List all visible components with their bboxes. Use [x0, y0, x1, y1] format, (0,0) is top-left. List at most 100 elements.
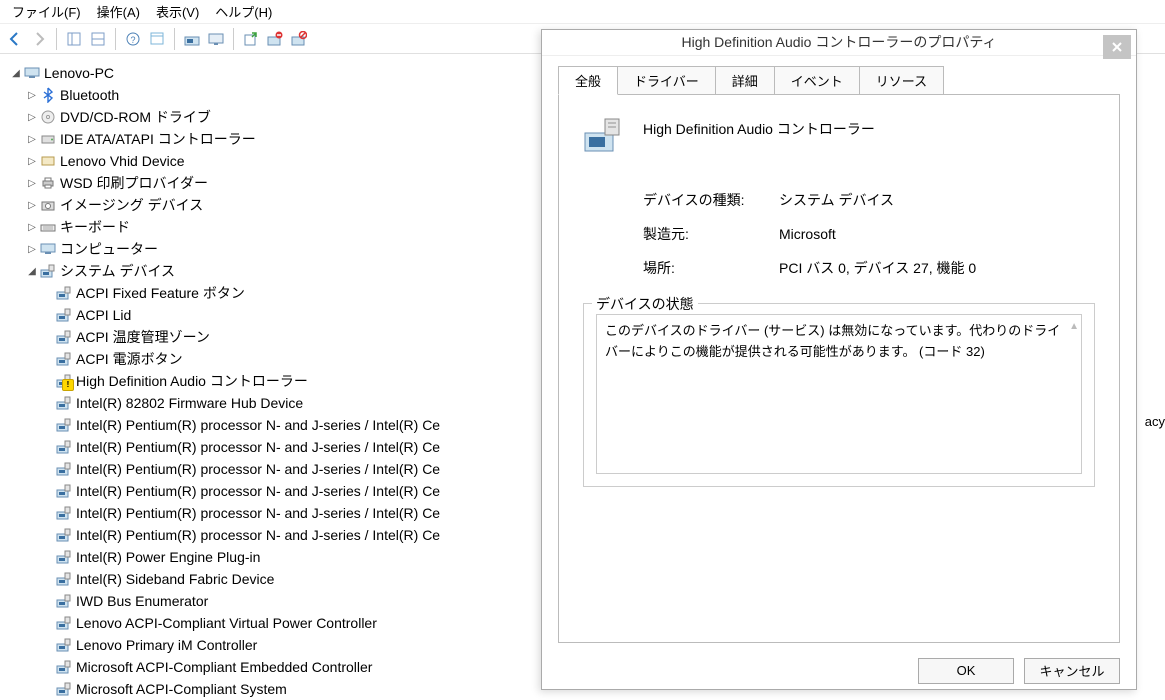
system-icon	[56, 351, 72, 367]
dev-label: Lenovo ACPI-Compliant Virtual Power Cont…	[76, 615, 377, 631]
toolbar-scan[interactable]	[181, 28, 203, 50]
system-icon	[56, 637, 72, 653]
collapse-icon[interactable]: ◢	[8, 65, 24, 81]
scroll-up-icon[interactable]: ▲	[1069, 319, 1079, 335]
tree-root-label: Lenovo-PC	[44, 65, 114, 81]
dev-label: High Definition Audio コントローラー	[76, 371, 308, 391]
expand-icon[interactable]: ▷	[24, 131, 40, 147]
system-icon	[56, 527, 72, 543]
ok-button[interactable]: OK	[918, 658, 1014, 684]
system-icon	[56, 329, 72, 345]
dialog-title: High Definition Audio コントローラーのプロパティ	[681, 32, 996, 52]
dev-label: Intel(R) Power Engine Plug-in	[76, 549, 260, 565]
system-icon	[56, 285, 72, 301]
toolbar-disable[interactable]	[288, 28, 310, 50]
dev-label: Microsoft ACPI-Compliant Embedded Contro…	[76, 659, 372, 675]
expand-icon[interactable]: ▷	[24, 153, 40, 169]
dev-label: Intel(R) Pentium(R) processor N- and J-s…	[76, 483, 440, 499]
tab-general[interactable]: 全般	[558, 66, 618, 95]
toolbar-help[interactable]: ?	[122, 28, 144, 50]
menu-help[interactable]: ヘルプ(H)	[209, 0, 278, 23]
system-warning-icon	[56, 373, 72, 389]
menu-file[interactable]: ファイル(F)	[6, 0, 87, 23]
menu-bar: ファイル(F) 操作(A) 表示(V) ヘルプ(H)	[0, 0, 1165, 24]
toolbar-separator	[174, 28, 175, 50]
device-header: High Definition Audio コントローラー	[583, 115, 1095, 155]
system-icon	[56, 549, 72, 565]
dev-label: ACPI Lid	[76, 307, 131, 323]
system-icon	[56, 659, 72, 675]
expand-icon[interactable]: ▷	[24, 109, 40, 125]
collapse-icon[interactable]: ◢	[24, 263, 40, 279]
bluetooth-icon	[40, 87, 56, 103]
cat-label: キーボード	[60, 217, 130, 237]
menu-action[interactable]: 操作(A)	[91, 0, 146, 23]
fieldset-legend: デバイスの状態	[592, 294, 698, 314]
dev-label: IWD Bus Enumerator	[76, 593, 208, 609]
toolbar-props[interactable]	[146, 28, 168, 50]
system-icon	[56, 417, 72, 433]
expand-icon[interactable]: ▷	[24, 197, 40, 213]
dev-label: Intel(R) Pentium(R) processor N- and J-s…	[76, 417, 440, 433]
system-icon	[56, 307, 72, 323]
system-icon	[56, 439, 72, 455]
dev-label: Intel(R) Pentium(R) processor N- and J-s…	[76, 527, 440, 543]
close-button[interactable]	[1103, 35, 1131, 59]
cat-label: DVD/CD-ROM ドライブ	[60, 107, 211, 127]
expand-icon[interactable]: ▷	[24, 87, 40, 103]
system-icon	[56, 615, 72, 631]
dev-label: Intel(R) Pentium(R) processor N- and J-s…	[76, 439, 440, 455]
label-type: デバイスの種類:	[643, 190, 779, 210]
status-text: このデバイスのドライバー (サービス) は無効になっています。代わりのドライバー…	[605, 323, 1060, 359]
status-textbox[interactable]: このデバイスのドライバー (サービス) は無効になっています。代わりのドライバー…	[596, 314, 1082, 474]
toolbar-forward[interactable]	[28, 28, 50, 50]
value-location: PCI バス 0, デバイス 27, 機能 0	[779, 258, 976, 278]
label-manufacturer: 製造元:	[643, 224, 779, 244]
pc-icon	[40, 241, 56, 257]
dev-label: Microsoft ACPI-Compliant System	[76, 681, 287, 697]
toolbar-update[interactable]	[240, 28, 262, 50]
cat-label: WSD 印刷プロバイダー	[60, 173, 208, 193]
value-manufacturer: Microsoft	[779, 226, 836, 242]
toolbar-back[interactable]	[4, 28, 26, 50]
tab-events[interactable]: イベント	[774, 66, 860, 94]
dev-label: ACPI 電源ボタン	[76, 349, 183, 369]
menu-view[interactable]: 表示(V)	[150, 0, 205, 23]
toolbar-separator	[233, 28, 234, 50]
dev-label: Intel(R) 82802 Firmware Hub Device	[76, 395, 303, 411]
toolbar-monitor[interactable]	[205, 28, 227, 50]
device-info: デバイスの種類: システム デバイス 製造元: Microsoft 場所: PC…	[643, 183, 1095, 285]
system-icon	[56, 593, 72, 609]
toolbar-grid[interactable]	[87, 28, 109, 50]
computer-icon	[24, 65, 40, 81]
system-icon	[56, 571, 72, 587]
expand-icon[interactable]: ▷	[24, 241, 40, 257]
toolbar-show-hide[interactable]	[63, 28, 85, 50]
toolbar-separator	[56, 28, 57, 50]
dialog-titlebar[interactable]: High Definition Audio コントローラーのプロパティ	[542, 30, 1136, 56]
system-icon	[56, 505, 72, 521]
expand-icon[interactable]: ▷	[24, 219, 40, 235]
dialog-body: 全般 ドライバー 詳細 イベント リソース High Definition Au…	[542, 56, 1136, 653]
label-location: 場所:	[643, 258, 779, 278]
device-large-icon	[583, 115, 623, 155]
system-icon	[56, 483, 72, 499]
clipped-text: acy	[1145, 414, 1165, 429]
dev-label: Intel(R) Pentium(R) processor N- and J-s…	[76, 505, 440, 521]
dev-label: Intel(R) Sideband Fabric Device	[76, 571, 274, 587]
tab-content-general: High Definition Audio コントローラー デバイスの種類: シ…	[558, 95, 1120, 643]
dialog-buttons: OK キャンセル	[542, 653, 1136, 689]
tab-driver[interactable]: ドライバー	[617, 66, 716, 94]
cat-label: IDE ATA/ATAPI コントローラー	[60, 129, 256, 149]
tab-resources[interactable]: リソース	[859, 66, 944, 94]
tab-details[interactable]: 詳細	[715, 66, 775, 94]
dev-label: Intel(R) Pentium(R) processor N- and J-s…	[76, 461, 440, 477]
expand-icon[interactable]: ▷	[24, 175, 40, 191]
value-type: システム デバイス	[779, 190, 894, 210]
printer-icon	[40, 175, 56, 191]
cat-label: Bluetooth	[60, 87, 119, 103]
cancel-button[interactable]: キャンセル	[1024, 658, 1120, 684]
toolbar-uninstall[interactable]	[264, 28, 286, 50]
tab-strip: 全般 ドライバー 詳細 イベント リソース	[558, 66, 1120, 95]
svg-text:?: ?	[130, 35, 135, 45]
